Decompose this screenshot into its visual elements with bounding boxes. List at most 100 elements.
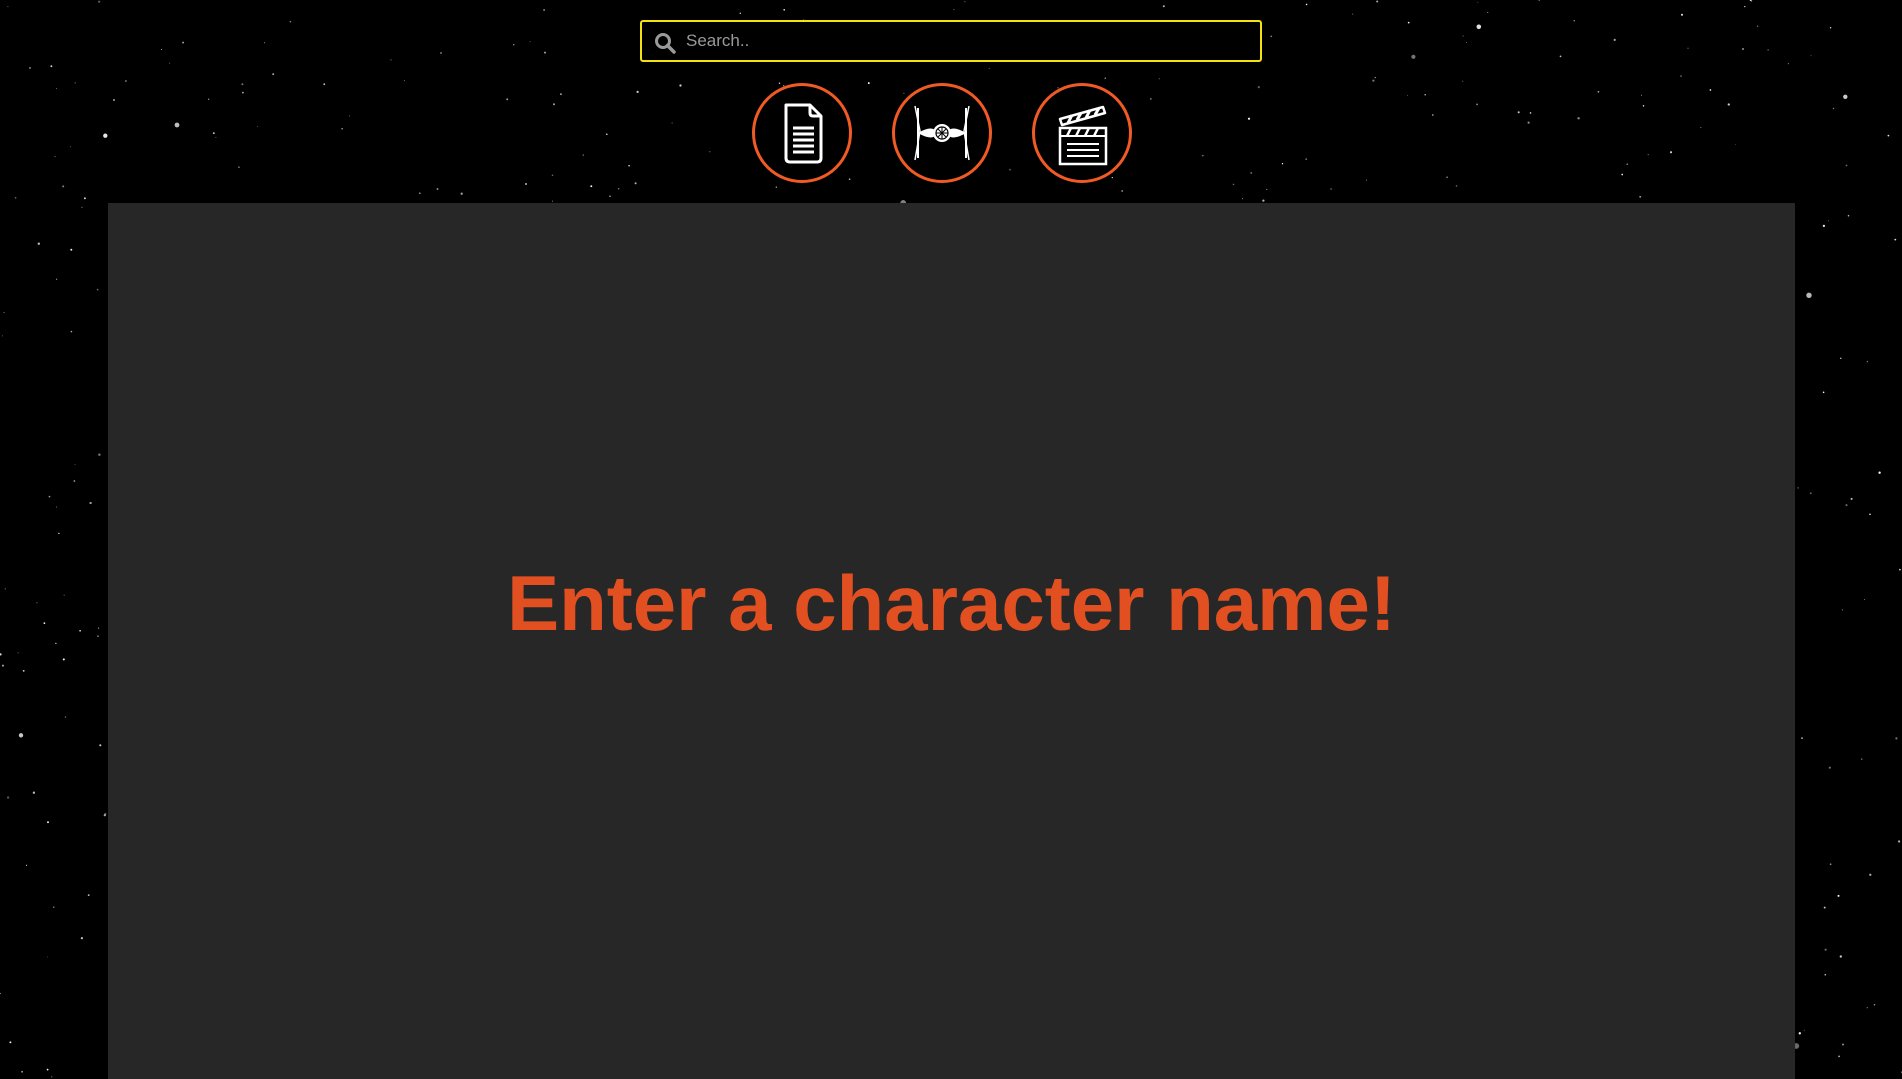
star	[1810, 55, 1812, 57]
star	[48, 495, 51, 498]
star	[51, 1076, 53, 1078]
star	[1806, 292, 1812, 299]
tie-fighter-icon	[914, 105, 970, 161]
star	[1687, 47, 1689, 49]
star	[341, 128, 343, 130]
star	[617, 188, 620, 190]
star	[74, 464, 76, 465]
star	[36, 602, 38, 604]
star	[1839, 955, 1842, 958]
star	[1838, 1055, 1840, 1058]
star	[208, 98, 210, 100]
star	[1241, 198, 1244, 200]
star	[98, 627, 100, 629]
star	[83, 197, 86, 200]
star	[1744, 6, 1746, 8]
star	[96, 288, 99, 291]
star	[1466, 42, 1468, 44]
star	[1640, 94, 1642, 96]
star	[436, 188, 439, 190]
star	[6, 796, 10, 799]
star	[103, 133, 108, 138]
star	[739, 12, 742, 15]
star	[124, 79, 127, 83]
star	[1822, 224, 1826, 228]
star	[7, 6, 9, 8]
star	[1669, 151, 1673, 154]
star	[3, 311, 5, 313]
star	[56, 87, 58, 89]
documents-button[interactable]	[752, 83, 852, 183]
star	[64, 716, 67, 718]
star	[1850, 497, 1853, 500]
star	[1887, 134, 1890, 137]
starships-button[interactable]	[892, 83, 992, 183]
star	[257, 125, 259, 127]
star	[1680, 75, 1682, 77]
star	[1407, 94, 1408, 96]
star	[169, 62, 171, 64]
star	[1424, 94, 1426, 96]
star	[1647, 153, 1649, 156]
star	[47, 821, 49, 824]
star	[182, 41, 185, 44]
star	[1866, 1006, 1869, 1009]
star	[390, 59, 392, 61]
search-icon	[655, 33, 676, 54]
star	[1898, 840, 1901, 843]
star	[1832, 107, 1835, 110]
star	[775, 186, 777, 188]
star	[1232, 183, 1235, 186]
star	[1866, 360, 1869, 363]
star	[1798, 1032, 1801, 1035]
star	[113, 99, 115, 101]
star	[1407, 21, 1410, 24]
star	[460, 192, 463, 195]
star	[529, 40, 531, 43]
star	[0, 992, 1, 995]
star	[1352, 13, 1354, 15]
document-icon	[784, 103, 823, 164]
star	[1573, 19, 1576, 22]
star	[1462, 35, 1464, 37]
star	[58, 532, 60, 535]
star	[1700, 127, 1702, 129]
star	[1845, 504, 1848, 507]
clapperboard-icon	[1058, 105, 1108, 166]
star	[22, 669, 25, 672]
star	[848, 178, 851, 181]
star	[1529, 112, 1532, 114]
star	[37, 242, 40, 245]
star	[1822, 391, 1825, 394]
star	[636, 90, 639, 94]
star	[552, 103, 556, 106]
star	[418, 192, 421, 195]
search-bar[interactable]	[640, 20, 1262, 62]
star	[98, 453, 101, 456]
star	[1009, 168, 1011, 171]
star	[32, 791, 36, 794]
star	[1158, 78, 1160, 80]
star	[74, 82, 76, 84]
star	[18, 733, 24, 738]
star	[609, 195, 611, 197]
star	[2, 664, 4, 667]
star	[272, 73, 275, 75]
star	[1626, 163, 1628, 165]
films-button[interactable]	[1032, 83, 1132, 183]
star	[1201, 154, 1204, 157]
star	[1829, 27, 1832, 29]
star	[289, 20, 292, 23]
search-input[interactable]	[682, 22, 1260, 60]
star	[241, 83, 244, 86]
star	[63, 594, 65, 596]
star	[1829, 863, 1832, 866]
star	[1247, 117, 1251, 120]
star	[1, 335, 3, 337]
star	[671, 122, 673, 124]
star	[1803, 1029, 1805, 1031]
star	[1150, 98, 1152, 100]
star	[1597, 90, 1600, 93]
star	[953, 9, 955, 11]
star	[544, 51, 546, 54]
